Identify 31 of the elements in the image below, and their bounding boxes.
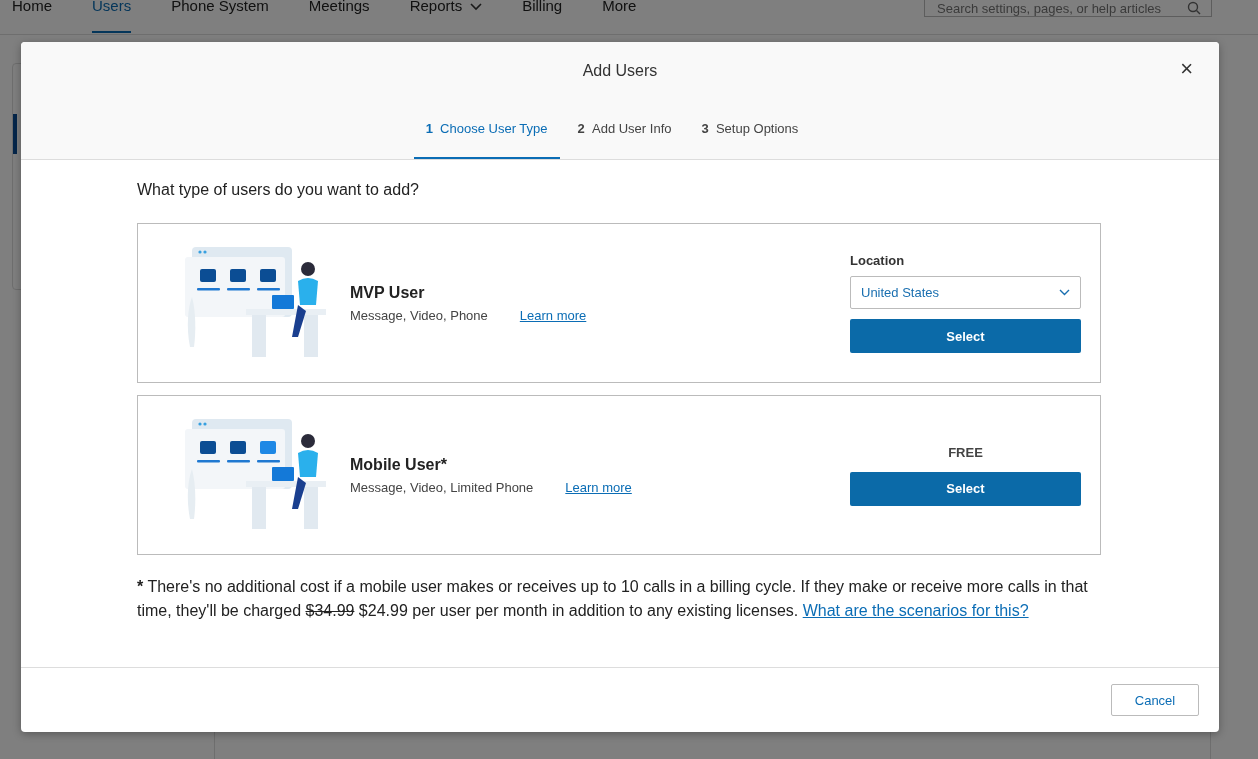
footnote-text: * There's no additional cost if a mobile user makes or receives up to 10 calls in a billing cycle. If they make or receive more calls in that time, they'll be charged $34.99 $24.99 per user per month in addition to any existing licenses. What are the scenarios for this? <box>137 577 1089 621</box>
learn-more-link[interactable]: Learn more <box>565 479 632 495</box>
question-text: What type of users do you want to add? <box>137 181 420 199</box>
nav-tab[interactable]: Users <box>92 0 132 33</box>
step-tab[interactable]: 2 Add User Info <box>565 107 684 159</box>
caret-icon <box>470 3 483 11</box>
nav-tab[interactable]: Phone System <box>171 0 269 33</box>
nav-tab[interactable]: Meetings <box>308 0 370 33</box>
select-button[interactable]: Select <box>850 471 1081 506</box>
cancel-button[interactable]: Cancel <box>1111 684 1199 716</box>
location-dropdown[interactable]: United States <box>850 276 1081 309</box>
nav-tab[interactable]: Home <box>12 0 52 33</box>
search-icon <box>1187 1 1201 15</box>
user-type-name: Mobile User* <box>350 455 448 474</box>
learn-more-link[interactable]: Learn more <box>519 307 587 323</box>
nav-tab[interactable]: Billing <box>522 0 563 33</box>
step-tab[interactable]: 3 Setup Options <box>689 107 811 159</box>
close-button[interactable]: × <box>1176 56 1197 82</box>
location-label: Location <box>850 253 906 268</box>
dialog-title: Add Users <box>582 62 658 80</box>
scenarios-link[interactable]: What are the scenarios for this? <box>802 602 1029 619</box>
features-text: Message, Video, Phone <box>350 307 488 323</box>
chevron-down-icon <box>1059 289 1070 296</box>
nav-tab[interactable]: Reports <box>409 0 483 33</box>
step-tab[interactable]: 1 Choose User Type <box>413 107 560 159</box>
nav-tab[interactable]: More <box>602 0 637 33</box>
select-button[interactable]: Select <box>850 319 1081 353</box>
features-text: Message, Video, Limited Phone <box>350 479 534 495</box>
price-label: FREE <box>947 444 984 460</box>
search-field[interactable]: Search settings, pages, or help articles <box>924 0 1212 17</box>
user-type-name: MVP User <box>350 283 426 302</box>
